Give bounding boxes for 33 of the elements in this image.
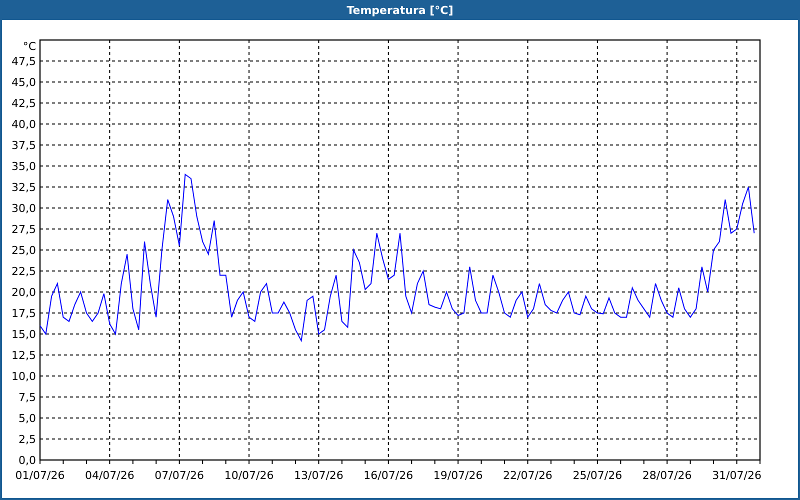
y-tick-label: 47,5 bbox=[12, 55, 36, 68]
x-tick-label: 10/07/26 bbox=[224, 469, 274, 482]
y-tick-label: 5,0 bbox=[18, 412, 36, 425]
unit-label: °C bbox=[22, 40, 36, 53]
y-tick-label: 10,0 bbox=[12, 370, 36, 383]
x-tick-label: 25/07/26 bbox=[572, 469, 622, 482]
x-tick-label: 16/07/26 bbox=[364, 469, 414, 482]
y-tick-label: 2,5 bbox=[18, 433, 36, 446]
y-tick-label: 35,0 bbox=[12, 160, 36, 173]
x-tick-label: 04/07/26 bbox=[84, 469, 134, 482]
x-tick-label: 22/07/26 bbox=[503, 469, 552, 482]
y-tick-label: 17,5 bbox=[12, 307, 36, 320]
y-tick-label: 27,5 bbox=[12, 223, 36, 236]
y-tick-label: 15,0 bbox=[12, 328, 36, 341]
y-tick-label: 7,5 bbox=[18, 391, 36, 404]
y-tick-label: 25,0 bbox=[12, 244, 36, 257]
x-tick-label: 01/07/26 bbox=[15, 469, 65, 482]
y-tick-label: 45,0 bbox=[12, 76, 36, 89]
y-tick-label: 37,5 bbox=[12, 139, 36, 152]
y-tick-label: 22,5 bbox=[12, 265, 36, 278]
y-tick-label: 40,0 bbox=[12, 118, 36, 131]
y-tick-label: 42,5 bbox=[12, 97, 36, 110]
x-tick-label: 19/07/26 bbox=[433, 469, 483, 482]
y-tick-label: 32,5 bbox=[12, 181, 36, 194]
x-tick-label: 28/07/26 bbox=[642, 469, 692, 482]
x-tick-label: 31/07/26 bbox=[712, 469, 762, 482]
window-title: Temperatura [°C] bbox=[346, 4, 454, 16]
y-tick-label: 12,5 bbox=[12, 349, 36, 362]
x-tick-label: 07/07/26 bbox=[154, 469, 204, 482]
y-tick-label: 20,0 bbox=[12, 286, 36, 299]
y-tick-label: 0,0 bbox=[18, 454, 36, 467]
x-tick-label: 13/07/26 bbox=[294, 469, 344, 482]
y-tick-label: 30,0 bbox=[12, 202, 36, 215]
